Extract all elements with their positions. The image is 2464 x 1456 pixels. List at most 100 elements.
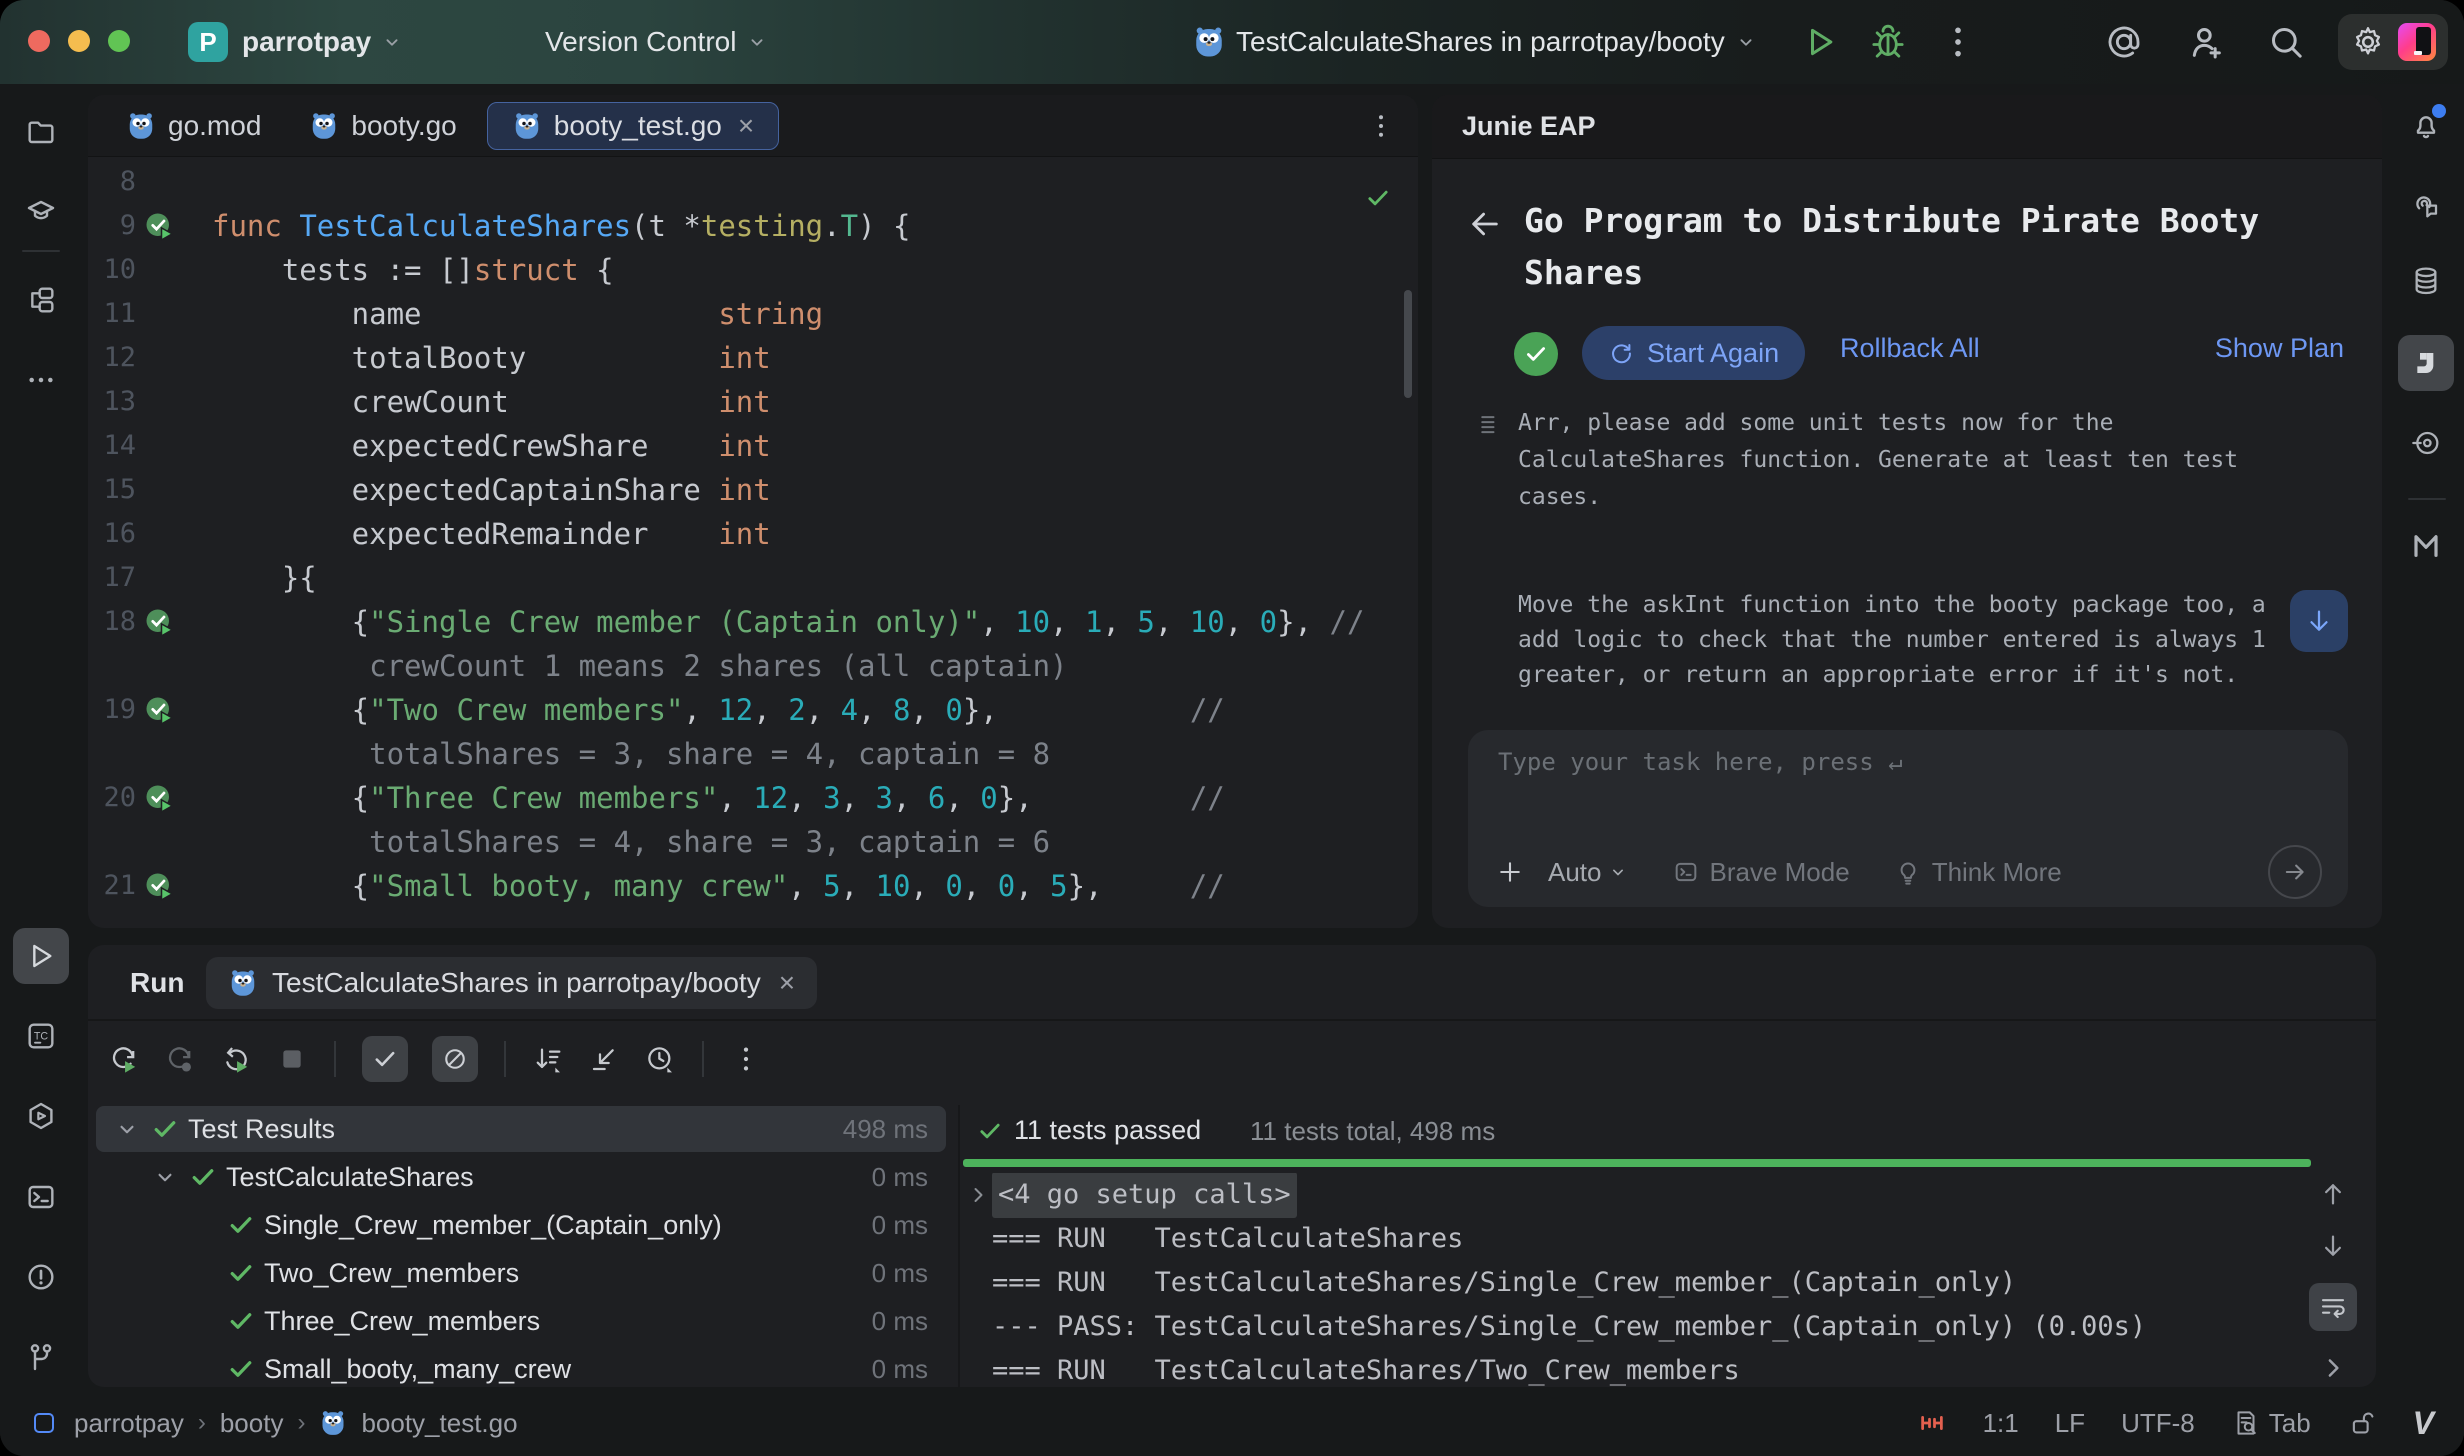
console-line[interactable]: === RUN TestCalculateShares/Single_Crew_… (966, 1261, 2306, 1305)
brave-mode-toggle[interactable]: Brave Mode (1710, 857, 1850, 888)
code-line[interactable]: 20 {"Three Crew members", 12, 3, 3, 6, 0… (88, 776, 1418, 820)
tool-button-more-horiz[interactable] (13, 352, 69, 408)
code-line[interactable]: 13 crewCount int (88, 380, 1418, 424)
console-line[interactable]: <4 go setup calls> (966, 1173, 2306, 1217)
line-ending-widget[interactable]: LF (2055, 1408, 2085, 1439)
scroll-up-button[interactable] (2318, 1179, 2348, 1209)
code-line[interactable]: 16 expectedRemainder int (88, 512, 1418, 556)
console-line[interactable]: --- PASS: TestCalculateShares/Single_Cre… (966, 1305, 2306, 1349)
tool-button-problems[interactable] (13, 1249, 69, 1305)
test-tree-row[interactable]: Single_Crew_member_(Captain_only)0 ms (88, 1201, 958, 1249)
think-more-toggle[interactable]: Think More (1932, 857, 2062, 888)
test-tree-row[interactable]: Small_booty,_many_crew0 ms (88, 1345, 958, 1387)
tool-button-database[interactable] (2398, 253, 2454, 309)
rerun-failed-button[interactable] (164, 1043, 196, 1075)
code-line[interactable]: 8 (88, 160, 1418, 204)
code-line[interactable]: 18 {"Single Crew member (Captain only)",… (88, 600, 1418, 644)
close-icon[interactable]: × (738, 110, 754, 142)
console-line[interactable]: === RUN TestCalculateShares/Two_Crew_mem… (966, 1349, 2306, 1387)
code-with-me-button[interactable] (2186, 22, 2226, 62)
settings-gear-button[interactable] (2350, 24, 2386, 60)
attach-plus-button[interactable] (1496, 858, 1524, 886)
lock-open-icon[interactable] (2347, 1408, 2377, 1438)
breakpoint-mute-icon[interactable] (1917, 1408, 1947, 1438)
think-more-icon[interactable] (1894, 858, 1922, 886)
message-handle-icon[interactable] (1476, 409, 1506, 439)
rollback-all-button[interactable]: Rollback All (1840, 333, 1980, 364)
test-tree-row[interactable]: Test Results498 ms (88, 1105, 958, 1153)
navigate-to-source-button[interactable] (588, 1043, 620, 1075)
project-menu[interactable]: parrotpay (242, 0, 403, 84)
tool-button-coverage[interactable] (2398, 415, 2454, 471)
tool-button-learn[interactable] (13, 184, 69, 240)
editor-tab-booty_test.go[interactable]: booty_test.go× (487, 102, 779, 150)
code-line[interactable]: 19 {"Two Crew members", 12, 2, 4, 8, 0},… (88, 688, 1418, 732)
code-line[interactable]: 9func TestCalculateShares(t *testing.T) … (88, 204, 1418, 248)
debug-button[interactable] (1868, 22, 1908, 62)
brave-mode-icon[interactable] (1672, 858, 1700, 886)
tool-button-ai-assistant[interactable] (2398, 177, 2454, 233)
code-line[interactable]: 21 {"Small booty, many crew", 5, 10, 0, … (88, 864, 1418, 908)
code-line[interactable]: 17 }{ (88, 556, 1418, 600)
code-line[interactable]: 14 expectedCrewShare int (88, 424, 1418, 468)
run-tab[interactable]: TestCalculateShares in parrotpay/booty × (206, 957, 817, 1009)
tool-button-git-branch[interactable] (13, 1329, 69, 1385)
code-line[interactable]: 15 expectedCaptainShare int (88, 468, 1418, 512)
back-arrow-button[interactable] (1468, 207, 1502, 241)
caret-position-widget[interactable]: 1:1 (1983, 1408, 2019, 1439)
tool-button-run-play[interactable] (13, 928, 69, 984)
panel-splitter[interactable] (958, 1105, 960, 1387)
test-console-output[interactable]: <4 go setup calls> === RUN TestCalculateS… (966, 1173, 2306, 1387)
test-tree-row[interactable]: Two_Crew_members0 ms (88, 1249, 958, 1297)
code-line[interactable]: totalShares = 3, share = 4, captain = 8 (88, 732, 1418, 776)
more-actions-button[interactable] (1938, 22, 1978, 62)
encoding-widget[interactable]: UTF-8 (2121, 1408, 2195, 1439)
breadcrumb-item[interactable]: parrotpay (74, 1408, 184, 1439)
tool-button-services[interactable] (13, 1088, 69, 1144)
show-ignored-toggle[interactable] (432, 1036, 478, 1082)
ai-assistant-button[interactable] (2104, 22, 2144, 62)
tool-button-terminal[interactable] (13, 1169, 69, 1225)
expand-console-button[interactable] (2318, 1353, 2348, 1383)
stop-button[interactable] (276, 1043, 308, 1075)
inspections-status-icon[interactable] (1364, 184, 1392, 212)
show-plan-button[interactable]: Show Plan (2215, 333, 2344, 364)
tool-button-teamcity[interactable]: TC (13, 1008, 69, 1064)
test-history-button[interactable] (644, 1043, 676, 1075)
tool-button-junie[interactable] (2398, 335, 2454, 391)
rerun-button[interactable] (108, 1043, 140, 1075)
test-tree-row[interactable]: TestCalculateShares0 ms (88, 1153, 958, 1201)
tool-button-markdown[interactable] (2398, 518, 2454, 574)
window-minimize-button[interactable] (68, 30, 90, 52)
soft-wrap-toggle[interactable] (2309, 1283, 2357, 1331)
editor-tab-options-button[interactable] (1366, 111, 1396, 141)
indent-widget[interactable]: Tab (2231, 1408, 2311, 1439)
code-line[interactable]: 10 tests := []struct { (88, 248, 1418, 292)
more-options-button[interactable] (730, 1043, 762, 1075)
run-button[interactable] (1800, 22, 1840, 62)
send-button[interactable] (2268, 845, 2322, 899)
run-test-gutter-icon[interactable] (144, 783, 174, 813)
breadcrumb-item[interactable]: booty_test.go (361, 1408, 517, 1439)
window-close-button[interactable] (28, 30, 50, 52)
show-passed-toggle[interactable] (362, 1036, 408, 1082)
code-line[interactable]: totalShares = 4, share = 3, captain = 6 (88, 820, 1418, 864)
run-test-gutter-icon[interactable] (144, 607, 174, 637)
vcs-menu[interactable]: Version Control (545, 0, 768, 84)
code-line[interactable]: 11 name string (88, 292, 1418, 336)
chevron-down-icon[interactable] (114, 1116, 140, 1142)
run-test-gutter-icon[interactable] (144, 211, 174, 241)
run-test-gutter-icon[interactable] (144, 695, 174, 725)
editor-tab-go.mod[interactable]: go.mod (102, 95, 285, 157)
ai-plugin-icon[interactable] (2398, 23, 2436, 61)
editor-scrollbar[interactable] (1404, 290, 1412, 398)
test-tree-row[interactable]: Three_Crew_members0 ms (88, 1297, 958, 1345)
mode-selector[interactable]: Auto (1548, 857, 1602, 888)
ideavim-icon[interactable]: V (2413, 1405, 2434, 1442)
tool-button-folder[interactable] (13, 104, 69, 160)
close-icon[interactable]: × (779, 967, 795, 999)
code-line[interactable]: 12 totalBooty int (88, 336, 1418, 380)
window-zoom-button[interactable] (108, 30, 130, 52)
breadcrumb-item[interactable]: booty (220, 1408, 284, 1439)
tool-button-structure[interactable] (13, 272, 69, 328)
